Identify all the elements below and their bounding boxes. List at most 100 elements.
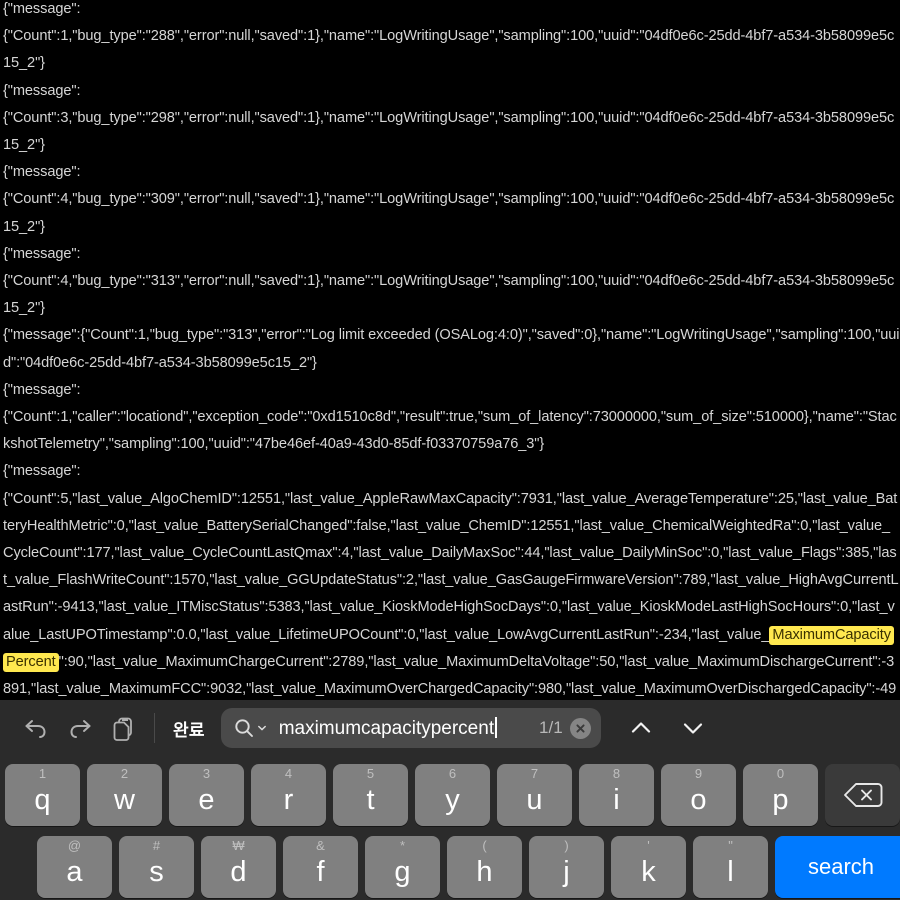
log-line: {"Count":1,"bug_type":"288","error":null… bbox=[3, 28, 895, 72]
key-main-label: r bbox=[283, 784, 294, 816]
key-main-label: p bbox=[772, 784, 789, 816]
chevron-up-icon bbox=[631, 722, 650, 733]
keyboard-row-2: @ a # s ₩ d & f * g(h) j ' k " l search bbox=[0, 836, 900, 898]
redo-icon[interactable] bbox=[58, 706, 102, 750]
key-alt-label: 2 bbox=[120, 766, 129, 781]
log-line: {"message": bbox=[3, 381, 81, 398]
log-line: {"message": bbox=[3, 245, 81, 262]
on-screen-keyboard: 1q2w3e4r5t6y7u8i9o0p @ a # s ₩ d & f * g(h) j ' k " l s… bbox=[0, 756, 900, 900]
search-input[interactable]: maximumcapacitypercent bbox=[278, 716, 539, 740]
key-main-label: d bbox=[230, 856, 247, 888]
keyboard-row-1: 1q2w3e4r5t6y7u8i9o0p bbox=[0, 764, 900, 826]
key-alt-label: 8 bbox=[612, 766, 621, 781]
key-alt-label: ) bbox=[564, 838, 569, 853]
key-alt-label: & bbox=[316, 838, 325, 853]
screen: {"message": {"Count":1,"bug_type":"288","… bbox=[0, 0, 900, 900]
key-q[interactable]: 1q bbox=[5, 764, 80, 826]
log-line: {"message": bbox=[3, 1, 81, 17]
key-main-label: g bbox=[394, 856, 411, 888]
key-r[interactable]: 4r bbox=[251, 764, 326, 826]
key-a[interactable]: @ a bbox=[37, 836, 112, 898]
key-main-label: y bbox=[445, 784, 460, 816]
key-h[interactable]: (h bbox=[447, 836, 522, 898]
key-alt-label: * bbox=[399, 838, 406, 853]
key-alt-label: ₩ bbox=[232, 838, 245, 853]
log-line: {"Count":5,"last_value_AlgoChemID":12551… bbox=[3, 486, 900, 700]
key-main-label: h bbox=[476, 856, 493, 888]
key-main-label: o bbox=[690, 784, 707, 816]
search-key-label: search bbox=[807, 854, 875, 879]
key-alt-label: # bbox=[152, 838, 161, 853]
search-input-value: maximumcapacitypercent bbox=[278, 717, 495, 739]
log-text-after-match: ":90,"last_value_MaximumChargeCurrent":2… bbox=[3, 653, 897, 698]
key-alt-label: ( bbox=[482, 838, 487, 853]
log-line: {"Count":4,"bug_type":"313","error":null… bbox=[3, 273, 895, 317]
key-s[interactable]: # s bbox=[119, 836, 194, 898]
key-alt-label: 5 bbox=[366, 766, 375, 781]
key-main-label: w bbox=[114, 784, 135, 816]
key-main-label: f bbox=[316, 856, 325, 888]
text-caret bbox=[495, 716, 498, 738]
log-line: {"Count":1,"caller":"locationd","excepti… bbox=[3, 409, 897, 453]
chevron-down-icon bbox=[683, 723, 702, 734]
key-main-label: i bbox=[613, 784, 620, 816]
key-alt-label: 7 bbox=[530, 766, 539, 781]
match-count: 1/1 bbox=[539, 718, 563, 737]
key-u[interactable]: 7u bbox=[497, 764, 572, 826]
key-j[interactable]: ) j bbox=[529, 836, 604, 898]
close-icon bbox=[576, 723, 585, 733]
key-t[interactable]: 5t bbox=[333, 764, 408, 826]
toolbar-divider bbox=[154, 713, 155, 743]
key-e[interactable]: 3e bbox=[169, 764, 244, 826]
key-main-label: e bbox=[198, 784, 215, 816]
key-main-label: a bbox=[66, 856, 83, 888]
clear-search-button[interactable] bbox=[569, 717, 591, 739]
key-k[interactable]: ' k bbox=[611, 836, 686, 898]
key-p[interactable]: 0p bbox=[743, 764, 818, 826]
key-f[interactable]: & f bbox=[283, 836, 358, 898]
key-main-label: u bbox=[526, 784, 543, 816]
key-alt-label: 1 bbox=[38, 766, 47, 781]
key-alt-label: 3 bbox=[202, 766, 211, 781]
key-y[interactable]: 6y bbox=[415, 764, 490, 826]
key-main-label: s bbox=[149, 856, 164, 888]
log-text-area[interactable]: {"message": {"Count":1,"bug_type":"288","… bbox=[0, 0, 900, 700]
key-main-label: k bbox=[641, 856, 656, 888]
search-field[interactable]: maximumcapacitypercent 1/1 bbox=[220, 708, 601, 748]
log-text-before-match: {"Count":5,"last_value_AlgoChemID":12551… bbox=[3, 490, 899, 643]
backspace-key[interactable] bbox=[825, 764, 900, 826]
key-w[interactable]: 2w bbox=[87, 764, 162, 826]
find-next-button[interactable] bbox=[667, 706, 719, 750]
log-line: {"message": bbox=[3, 463, 81, 480]
paste-icon[interactable] bbox=[102, 706, 146, 750]
log-line: {"message": bbox=[3, 82, 81, 99]
key-alt-label: 9 bbox=[694, 766, 703, 781]
log-line: {"message": bbox=[3, 164, 81, 181]
key-o[interactable]: 9o bbox=[661, 764, 736, 826]
key-alt-label: ' bbox=[647, 838, 650, 853]
key-g[interactable]: * g bbox=[365, 836, 440, 898]
key-main-label: t bbox=[366, 784, 375, 816]
log-line: {"Count":4,"bug_type":"309","error":null… bbox=[3, 191, 895, 235]
undo-icon[interactable] bbox=[14, 706, 58, 750]
key-alt-label: @ bbox=[67, 838, 82, 853]
search-key[interactable]: search bbox=[775, 836, 900, 898]
key-main-label: q bbox=[34, 784, 51, 816]
find-toolbar: 완료 maximumcapacitypercent 1/1 bbox=[0, 700, 900, 756]
key-alt-label: " bbox=[728, 838, 733, 853]
log-line: {"message":{"Count":1,"bug_type":"313","… bbox=[3, 327, 900, 371]
log-content: {"message": {"Count":1,"bug_type":"288","… bbox=[3, 0, 900, 700]
key-i[interactable]: 8i bbox=[579, 764, 654, 826]
search-icon bbox=[233, 717, 267, 739]
key-d[interactable]: ₩ d bbox=[201, 836, 276, 898]
chevron-down-icon bbox=[257, 725, 266, 731]
done-button[interactable]: 완료 bbox=[163, 716, 215, 741]
key-main-label: j bbox=[563, 856, 570, 888]
log-line: {"Count":3,"bug_type":"298","error":null… bbox=[3, 109, 895, 154]
backspace-icon bbox=[843, 783, 882, 807]
key-alt-label: 4 bbox=[284, 766, 293, 781]
find-previous-button[interactable] bbox=[615, 706, 667, 750]
key-main-label: l bbox=[727, 856, 734, 888]
key-l[interactable]: " l bbox=[693, 836, 768, 898]
key-alt-label: 0 bbox=[776, 766, 785, 781]
